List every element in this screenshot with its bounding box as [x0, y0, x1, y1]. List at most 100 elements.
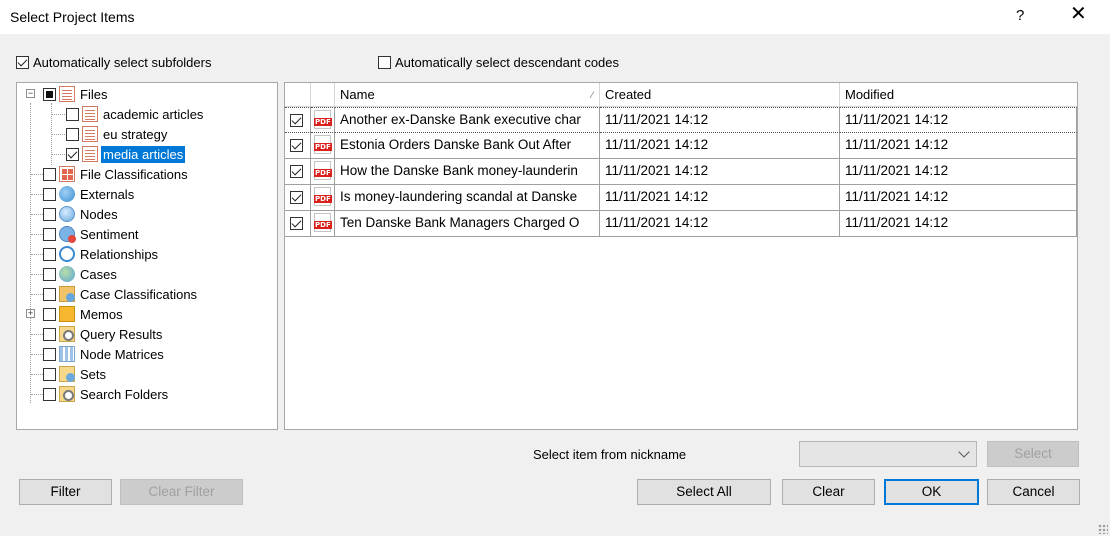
tree-item-label: Query Results: [80, 326, 163, 342]
tree-checkbox[interactable]: [43, 287, 56, 301]
tree-checkbox[interactable]: [43, 387, 56, 401]
close-button[interactable]: ✕: [1070, 4, 1087, 24]
table-row[interactable]: PDF How the Danske Bank money-launderin …: [285, 159, 1077, 185]
tree-item-search-folders[interactable]: Search Folders: [43, 384, 170, 404]
collapse-files-toggle[interactable]: −: [26, 89, 35, 98]
row-modified: 11/11/2021 14:12: [840, 185, 1077, 211]
table-row[interactable]: PDF Estonia Orders Danske Bank Out After…: [285, 133, 1077, 159]
node-icon: [59, 206, 75, 222]
tree-item-label: File Classifications: [80, 166, 188, 182]
tree-checkbox[interactable]: [66, 147, 79, 161]
column-header-name[interactable]: Name ⁄: [335, 83, 600, 107]
column-header-modified[interactable]: Modified: [840, 83, 1077, 107]
select-all-button[interactable]: Select All: [637, 479, 771, 505]
tree-checkbox[interactable]: [43, 227, 56, 241]
project-items-tree[interactable]: − Files academic articles eu strategy me…: [16, 82, 278, 430]
clear-filter-button[interactable]: Clear Filter: [120, 479, 243, 505]
tree-checkbox[interactable]: [43, 87, 56, 101]
row-checkbox[interactable]: [290, 138, 303, 152]
tree-line: [30, 103, 31, 403]
auto-subfolders-option[interactable]: Automatically select subfolders: [16, 55, 211, 70]
expand-memos-toggle[interactable]: +: [26, 309, 35, 318]
filter-button[interactable]: Filter: [19, 479, 112, 505]
tree-checkbox[interactable]: [43, 187, 56, 201]
clear-button[interactable]: Clear: [782, 479, 875, 505]
document-stack-icon: [82, 106, 98, 122]
column-header-name-label: Name: [340, 87, 375, 102]
tree-checkbox[interactable]: [66, 127, 79, 141]
resize-grip-icon[interactable]: [1098, 524, 1108, 534]
row-modified: 11/11/2021 14:12: [840, 159, 1077, 185]
tree-item-sentiment[interactable]: Sentiment: [43, 224, 141, 244]
table-row[interactable]: PDF Is money-laundering scandal at Dansk…: [285, 185, 1077, 211]
tree-item-label: Cases: [80, 266, 117, 282]
row-created: 11/11/2021 14:12: [600, 185, 840, 211]
auto-descendants-checkbox[interactable]: [378, 56, 391, 69]
tree-line: [31, 354, 43, 355]
tree-checkbox[interactable]: [43, 327, 56, 341]
chevron-down-icon: [958, 446, 970, 458]
tree-item-query-results[interactable]: Query Results: [43, 324, 164, 344]
row-checkbox[interactable]: [290, 216, 303, 230]
tree-item-nodes[interactable]: Nodes: [43, 204, 120, 224]
tree-item-case-classifications[interactable]: Case Classifications: [43, 284, 199, 304]
tree-checkbox[interactable]: [66, 107, 79, 121]
tree-checkbox[interactable]: [43, 367, 56, 381]
column-header-modified-label: Modified: [845, 87, 895, 102]
window-title: Select Project Items: [10, 9, 135, 25]
row-checkbox-cell[interactable]: [285, 133, 311, 159]
title-bar: Select Project Items ? ✕: [0, 0, 1110, 34]
file-classification-icon: [59, 166, 75, 182]
row-checkbox[interactable]: [290, 164, 303, 178]
column-header-created[interactable]: Created: [600, 83, 840, 107]
header-check-column[interactable]: [285, 83, 311, 107]
case-classification-icon: [59, 286, 75, 302]
tree-item-media-articles[interactable]: media articles: [66, 144, 186, 164]
row-checkbox[interactable]: [290, 190, 303, 204]
tree-item-relationships[interactable]: Relationships: [43, 244, 160, 264]
tree-item-label: Node Matrices: [80, 346, 164, 362]
document-stack-icon: [82, 146, 98, 162]
tree-item-sets[interactable]: Sets: [43, 364, 108, 384]
row-name: How the Danske Bank money-launderin: [335, 159, 600, 185]
tree-item-cases[interactable]: Cases: [43, 264, 119, 284]
help-button[interactable]: ?: [1016, 7, 1024, 24]
tree-item-eu-strategy[interactable]: eu strategy: [66, 124, 169, 144]
tree-item-memos[interactable]: Memos: [43, 304, 125, 324]
tree-item-files[interactable]: Files: [43, 84, 109, 104]
row-checkbox-cell[interactable]: [285, 185, 311, 211]
table-row[interactable]: PDF Another ex-Danske Bank executive cha…: [285, 107, 1077, 133]
tree-line: [31, 374, 43, 375]
tree-item-externals[interactable]: Externals: [43, 184, 136, 204]
document-stack-icon: [82, 126, 98, 142]
query-results-icon: [59, 326, 75, 342]
tree-checkbox[interactable]: [43, 267, 56, 281]
row-checkbox-cell[interactable]: [285, 211, 311, 237]
row-checkbox[interactable]: [290, 113, 303, 127]
tree-line: [31, 334, 43, 335]
tree-line: [31, 214, 43, 215]
tree-item-label: Nodes: [80, 206, 118, 222]
row-checkbox-cell[interactable]: [285, 107, 311, 133]
nickname-select-button[interactable]: Select: [987, 441, 1079, 467]
table-row[interactable]: PDF Ten Danske Bank Managers Charged O 1…: [285, 211, 1077, 237]
tree-checkbox[interactable]: [43, 347, 56, 361]
tree-checkbox[interactable]: [43, 207, 56, 221]
ok-button[interactable]: OK: [884, 479, 979, 505]
nickname-dropdown[interactable]: [799, 441, 977, 467]
auto-descendants-option[interactable]: Automatically select descendant codes: [378, 55, 619, 70]
row-checkbox-cell[interactable]: [285, 159, 311, 185]
tree-checkbox[interactable]: [43, 307, 56, 321]
header-icon-column[interactable]: [311, 83, 335, 107]
items-grid[interactable]: Name ⁄ Created Modified PDF Another ex-D…: [284, 82, 1078, 430]
tree-item-node-matrices[interactable]: Node Matrices: [43, 344, 166, 364]
matrix-icon: [59, 346, 75, 362]
tree-item-file-classifications[interactable]: File Classifications: [43, 164, 190, 184]
row-modified: 11/11/2021 14:12: [840, 133, 1077, 159]
cancel-button[interactable]: Cancel: [987, 479, 1080, 505]
row-created: 11/11/2021 14:12: [600, 159, 840, 185]
tree-item-academic-articles[interactable]: academic articles: [66, 104, 205, 124]
auto-subfolders-checkbox[interactable]: [16, 56, 29, 69]
tree-checkbox[interactable]: [43, 167, 56, 181]
tree-checkbox[interactable]: [43, 247, 56, 261]
